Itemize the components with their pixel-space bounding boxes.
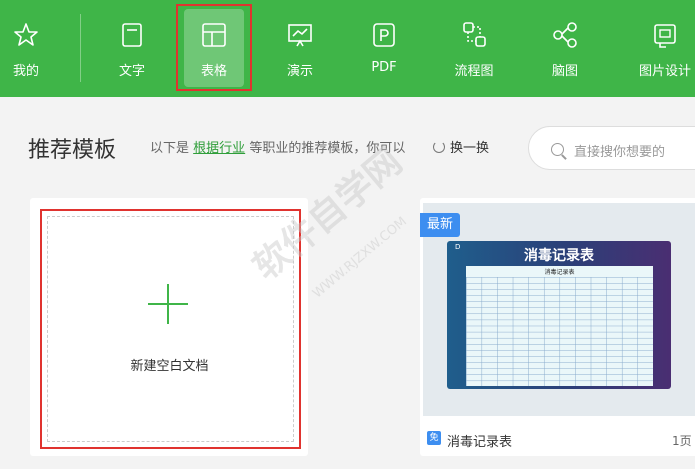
template-name[interactable]: 消毒记录表 bbox=[447, 431, 512, 450]
section-title: 推荐模板 bbox=[28, 138, 117, 163]
toolbar-label: 表格 bbox=[200, 64, 227, 79]
top-toolbar: 我的 文字 表格 演示 PDF 流程图 脑图 图片设计 bbox=[0, 0, 695, 97]
recommend-description: 以下是 根据行业 等职业的推荐模板，你可以 bbox=[150, 137, 405, 156]
preview-title: 消毒记录表 bbox=[524, 248, 594, 264]
star-icon bbox=[14, 23, 38, 46]
toolbar-label: 演示 bbox=[286, 64, 313, 79]
preview-grid bbox=[466, 277, 653, 386]
table-icon bbox=[202, 23, 226, 47]
toolbar-label: 我的 bbox=[12, 64, 39, 79]
toolbar-item-flowchart[interactable]: 流程图 bbox=[438, 0, 510, 97]
toolbar-label: 流程图 bbox=[454, 64, 494, 79]
new-blank-label: 新建空白文档 bbox=[130, 359, 209, 374]
toolbar-label: PDF bbox=[371, 60, 397, 75]
industry-link[interactable]: 根据行业 bbox=[193, 141, 245, 156]
free-tag: 免 bbox=[427, 431, 441, 445]
image-design-icon bbox=[654, 24, 676, 48]
template-page-count: 1页 bbox=[672, 434, 692, 448]
preview-sheet-title: 消毒记录表 bbox=[544, 269, 575, 276]
toolbar-divider bbox=[80, 14, 81, 82]
mindmap-icon bbox=[553, 22, 577, 48]
toolbar-label: 脑图 bbox=[551, 64, 578, 79]
refresh-icon bbox=[433, 141, 445, 153]
search-placeholder: 直接搜你想要的 bbox=[574, 145, 666, 160]
plus-icon-vertical bbox=[167, 284, 169, 324]
toolbar-item-text[interactable]: 文字 bbox=[97, 0, 167, 97]
toolbar-item-pdf[interactable]: PDF bbox=[350, 0, 418, 97]
desc-prefix: 以下是 bbox=[150, 141, 190, 156]
flowchart-icon bbox=[463, 22, 486, 47]
toolbar-item-sheet[interactable]: 表格 bbox=[176, 0, 252, 97]
document-icon bbox=[122, 23, 142, 47]
toolbar-item-presentation[interactable]: 演示 bbox=[265, 0, 335, 97]
toolbar-item-mindmap[interactable]: 脑图 bbox=[530, 0, 600, 97]
pdf-icon bbox=[373, 23, 395, 47]
search-input[interactable]: 直接搜你想要的 bbox=[528, 126, 695, 170]
toolbar-label: 图片设计 bbox=[638, 64, 691, 79]
swap-button[interactable]: 换一换 bbox=[433, 137, 489, 156]
watermark-url: WWW.RJZXW.COM bbox=[310, 214, 410, 302]
new-blank-dashed-area[interactable] bbox=[47, 216, 294, 442]
toolbar-item-mine[interactable]: 我的 bbox=[0, 0, 52, 97]
presentation-icon bbox=[288, 24, 312, 47]
toolbar-item-image-design[interactable]: 图片设计 bbox=[625, 0, 695, 97]
desc-suffix: 等职业的推荐模板，你可以 bbox=[249, 141, 406, 156]
search-icon bbox=[551, 143, 564, 156]
swap-label: 换一换 bbox=[450, 141, 490, 156]
new-badge: 最新 bbox=[420, 213, 460, 237]
toolbar-label: 文字 bbox=[118, 64, 145, 79]
